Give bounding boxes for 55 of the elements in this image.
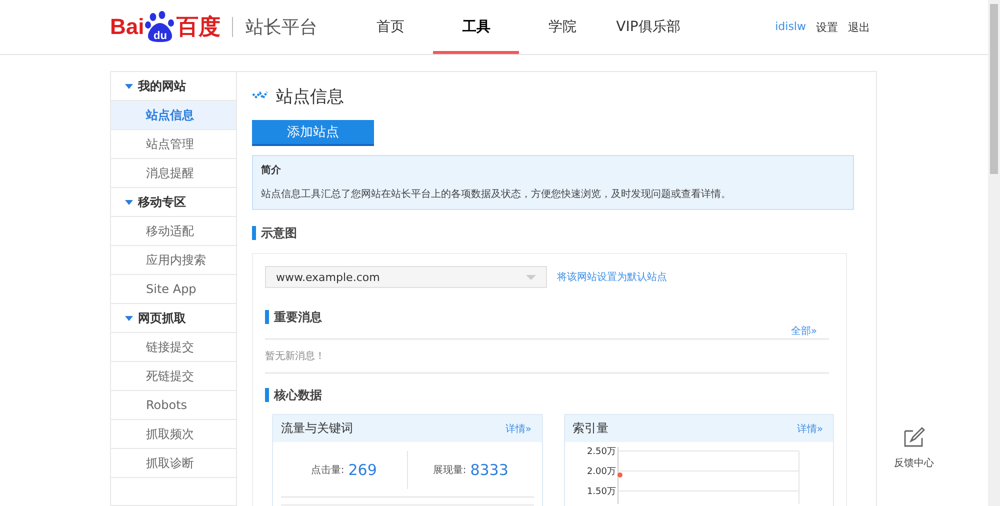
stat-label: 展现量: — [432, 464, 466, 477]
sidebar-item[interactable]: Site App — [111, 275, 236, 304]
username-link[interactable]: idislw — [775, 20, 806, 34]
product-name: 站长平台 — [245, 16, 318, 39]
site-select[interactable]: www.example.com — [265, 266, 547, 288]
page-title: 站点信息 — [276, 86, 344, 108]
details-link[interactable]: 详情» — [796, 422, 823, 436]
sidebar-item[interactable]: 站点信息 — [111, 101, 236, 130]
baidu-logo[interactable]: Bai du 百度 — [110, 11, 220, 43]
intro-text: 站点信息工具汇总了您网站在站长平台上的各项数据及状态，方便您快速浏览，及时发现问题或查看详情。 — [261, 188, 732, 201]
dropdown-caret-icon — [526, 274, 536, 280]
section-title: 重要消息 — [265, 310, 829, 324]
caret-icon[interactable] — [125, 316, 133, 320]
caret-icon[interactable] — [125, 200, 133, 204]
set-default-link[interactable]: 将该网站设置为默认站点 — [557, 270, 667, 284]
section-title: 核心数据 — [265, 388, 834, 402]
all-link[interactable]: 全部» — [790, 324, 817, 338]
chart-line-icon — [252, 91, 268, 101]
sidebar-item[interactable]: Robots — [111, 391, 236, 420]
card-title: 索引量 — [572, 420, 608, 437]
sidebar-group[interactable]: 移动专区 — [138, 194, 186, 210]
nav-tab[interactable]: 首页 — [347, 0, 434, 54]
details-link[interactable]: 详情» — [505, 422, 532, 436]
feedback-edit-icon[interactable] — [902, 426, 926, 448]
header-link[interactable]: 设置 — [816, 20, 838, 34]
data-point — [617, 472, 622, 478]
y-axis — [617, 446, 618, 504]
feedback-label[interactable]: 反馈中心 — [894, 456, 934, 470]
y-tick-label: 2.50万 — [586, 447, 616, 457]
sidebar-item[interactable]: 移动适配 — [111, 217, 236, 246]
empty-message: 暂无新消息！ — [265, 340, 829, 374]
sidebar-item[interactable]: 链接提交 — [111, 333, 236, 362]
sidebar-group[interactable]: 网页抓取 — [138, 310, 186, 326]
sidebar-item[interactable]: 抓取频次 — [111, 420, 236, 449]
sidebar-item[interactable]: 抓取诊断 — [111, 449, 236, 478]
header-link[interactable]: 退出 — [848, 20, 870, 34]
scrollbar[interactable] — [988, 0, 1000, 506]
sidebar-item[interactable]: 死链提交 — [111, 362, 236, 391]
intro-title: 简介 — [261, 164, 282, 177]
nav-tab[interactable]: 学院 — [519, 0, 606, 54]
y-tick-label: 2.00万 — [586, 467, 616, 477]
add-site-button[interactable]: 添加站点 — [252, 120, 374, 146]
nav-tab[interactable]: VIP俱乐部 — [605, 0, 692, 54]
stat-label: 点击量: — [310, 464, 344, 477]
caret-icon[interactable] — [125, 84, 133, 88]
stat-value: 269 — [348, 461, 377, 479]
sidebar-item[interactable]: 应用内搜索 — [111, 246, 236, 275]
y-tick-label: 1.50万 — [586, 487, 616, 497]
sidebar-group[interactable]: 我的网站 — [138, 78, 186, 94]
stat-value: 8333 — [470, 461, 508, 479]
sidebar-item[interactable]: 消息提醒 — [111, 159, 236, 188]
card-title: 流量与关键词 — [281, 420, 353, 437]
section-title: 示意图 — [252, 226, 876, 240]
nav-tab[interactable]: 工具 — [433, 0, 520, 54]
sidebar-item[interactable]: 站点管理 — [111, 130, 236, 159]
